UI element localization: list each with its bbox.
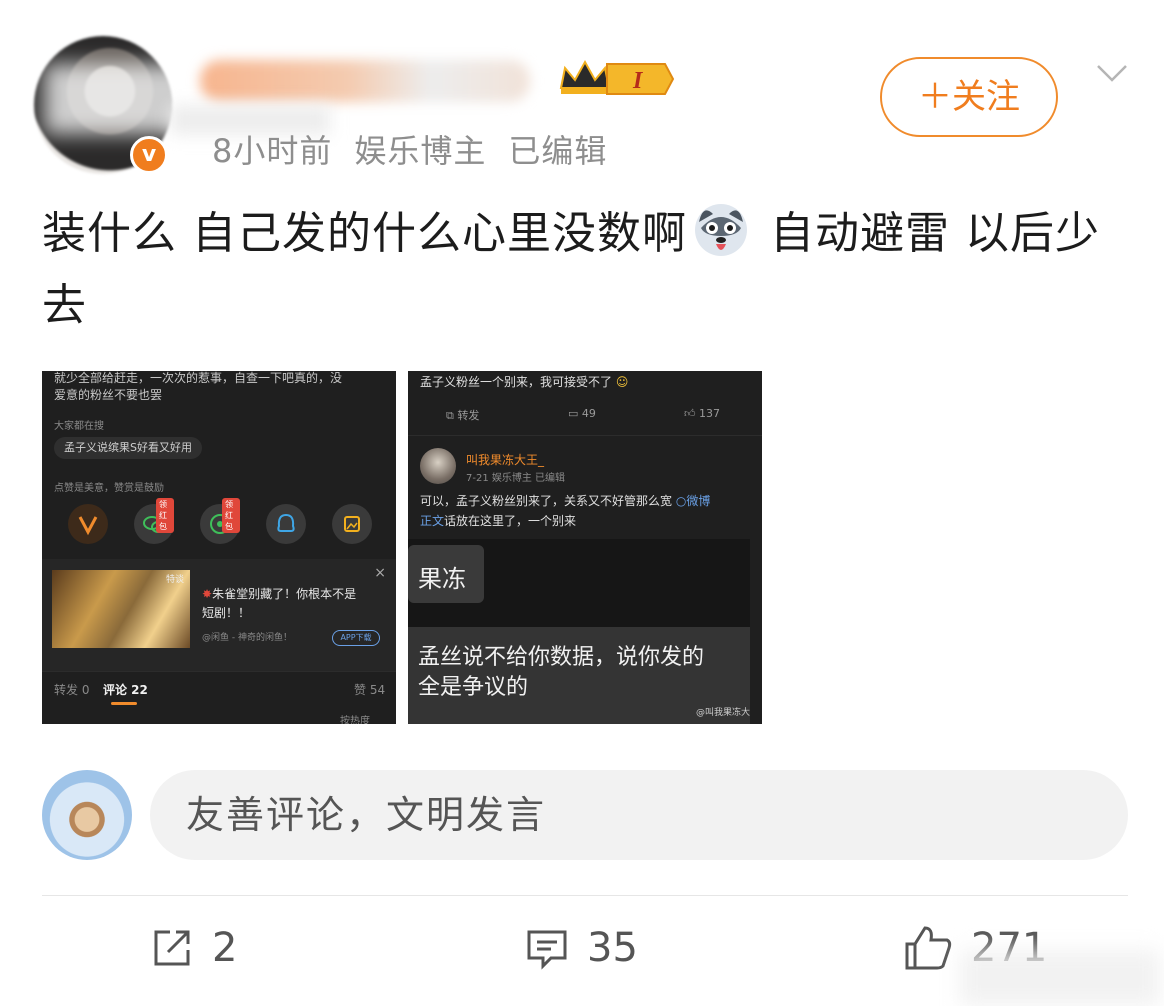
author-role: 娱乐博主: [354, 132, 487, 170]
tab-repost: 转发 0: [54, 683, 90, 697]
share-icon: [154, 930, 190, 966]
chat-line-2: 全是争议的: [418, 675, 529, 700]
verified-badge: v: [130, 136, 168, 174]
red-packet-tag: 领红包: [156, 498, 174, 533]
ad-download-button: APP下载: [332, 630, 380, 646]
post-text: 装什么 自己发的什么心里没数啊 自动避雷 以后少去: [42, 198, 1122, 342]
shot-b-top-line: 孟子义粉丝一个别来，我可接受不了 ☺: [420, 375, 629, 389]
ad-title-2: 短剧！！: [202, 606, 251, 620]
shot-b-likes: 👍︎ 137: [684, 407, 720, 420]
member-level: I: [632, 68, 644, 94]
comment-count: 35: [587, 925, 638, 971]
shot-a-tabbar: 转发 0 评论 22 赞 54 按热度: [42, 671, 396, 724]
chat-bubble: 果冻: [408, 545, 484, 603]
member-crown-icon[interactable]: I: [557, 58, 675, 100]
comment-input[interactable]: 友善评论，文明发言: [150, 770, 1128, 860]
shot-a-line2: 爱意的粉丝不要也罢: [54, 388, 163, 402]
qq-icon: [266, 504, 306, 544]
shot-a-share-row: 领红包 领红包: [68, 498, 378, 544]
wechat-icon: 领红包: [134, 498, 174, 544]
shot-b-comments: ▭ 49: [568, 407, 596, 420]
post-meta: 8小时前 娱乐博主 已编辑: [212, 126, 629, 172]
shot-b-avatar: [420, 448, 456, 484]
shot-a-line1: 就少全部给赶走，一次次的惹事，自查一下吧真的，没: [54, 371, 343, 385]
author-name-blurred[interactable]: [200, 60, 530, 102]
image-thumbnail-2[interactable]: 孟子义粉丝一个别来，我可接受不了 ☺ ⧉ 转发 ▭ 49 👍︎ 137 叫我果冻…: [408, 371, 762, 724]
shot-a-like-hint: 点赞是美意，赞赏是鼓励: [54, 483, 164, 494]
chat-line-1: 孟丝说不给你数据，说你发的: [418, 645, 705, 670]
current-user-avatar[interactable]: [42, 770, 132, 860]
image-thumbnail-1[interactable]: 就少全部给赶走，一次次的惹事，自查一下吧真的，没 爱意的粉丝不要也罢 大家都在搜…: [42, 371, 396, 724]
shot-b-user: 叫我果冻大王_: [466, 453, 545, 467]
post-time: 8小时前: [212, 132, 333, 170]
watermark: @叫我果冻大: [695, 708, 750, 718]
red-packet-tag: 领红包: [222, 498, 240, 533]
tab-comment: 评论 22: [103, 683, 148, 697]
thumbs-up-icon: [905, 926, 952, 970]
husky-emoji-icon: [695, 204, 747, 256]
follow-button[interactable]: ＋关注: [880, 57, 1058, 137]
chevron-down-icon[interactable]: [1094, 56, 1130, 92]
shot-b-meta: 7-21 娱乐博主 已编辑: [466, 473, 566, 484]
moments-icon: 领红包: [200, 498, 240, 544]
shot-b-repost: ⧉ 转发: [446, 409, 480, 422]
ad-source: @闲鱼 - 神奇的闲鱼！: [202, 633, 292, 643]
shot-b-body2: 正文话放在这里了，一个别来: [420, 514, 577, 528]
comment-icon: [527, 930, 567, 970]
ad-tag: 特谈: [166, 575, 185, 585]
ad-title-1: ✸朱雀堂别藏了！你根本不是: [202, 587, 357, 601]
sort-label: 按热度: [340, 716, 370, 724]
shot-a-search-heading: 大家都在搜: [54, 421, 104, 432]
shot-a-ad-card: 特谈 × ✸朱雀堂别藏了！你根本不是 短剧！！ @闲鱼 - 神奇的闲鱼！ APP…: [42, 559, 396, 671]
close-icon: ×: [374, 565, 386, 581]
tab-underline: [111, 702, 137, 705]
share-count: 2: [212, 925, 238, 971]
blur-overlay: [960, 950, 1160, 1006]
comment-placeholder: 友善评论，文明发言: [186, 793, 547, 837]
tab-like: 赞 54: [354, 683, 386, 697]
shot-b-body1: 可以，孟子义粉丝别来了，关系又不好管那么宽 ○微博: [420, 494, 711, 508]
post-text-part1: 装什么 自己发的什么心里没数啊: [42, 208, 687, 259]
share-button[interactable]: 2: [150, 920, 237, 976]
divider: [42, 895, 1128, 896]
shot-a-search-pill: 孟子义说缤果S好看又好用: [54, 437, 202, 459]
edited-label: 已编辑: [508, 132, 608, 170]
comment-button[interactable]: 35: [525, 920, 638, 976]
v-logo-icon: [68, 504, 108, 544]
image-save-icon: [332, 504, 372, 544]
